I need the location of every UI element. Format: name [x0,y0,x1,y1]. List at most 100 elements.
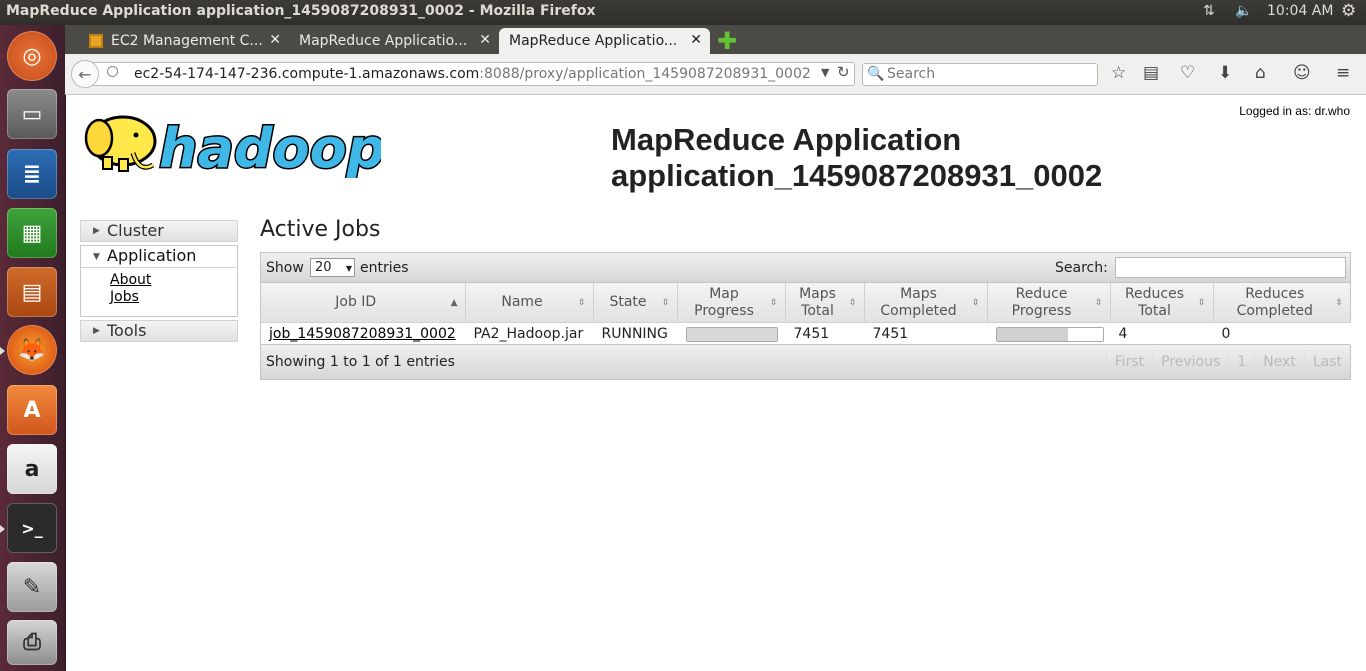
col-map-progress[interactable]: Map Progress ⇳ [677,283,786,323]
col-reduce-progress[interactable]: Reduce Progress ⇳ [987,283,1111,323]
col-label: State [609,294,647,310]
col-label-2: Progress [1011,302,1072,319]
reload-icon[interactable]: ↻ [837,63,850,81]
settings-gear-icon[interactable]: ⚙ [1341,1,1356,21]
job-id-link[interactable]: job_1459087208931_0002 [269,326,456,342]
address-bar[interactable]: ec2-54-174-147-236.compute-1.amazonaws.c… [89,62,855,86]
amazon-icon[interactable]: a [7,444,57,494]
reduces-total: 4 [1110,322,1214,345]
libreoffice-impress-icon[interactable]: ▤ [7,267,57,317]
sort-icon: ⇳ [769,298,778,308]
map-progress-cell [677,322,786,345]
nav-about-link[interactable]: About [110,272,237,289]
table-search-label: Search: [1055,260,1108,276]
previous-page-button[interactable]: Previous [1152,350,1228,374]
col-maps-total[interactable]: Maps Total ⇳ [785,283,865,323]
col-label: Maps [900,285,937,302]
expanded-triangle-icon: ▼ [93,252,100,262]
url-host: ec2-54-174-147-236.compute-1.amazonaws.c… [134,66,480,82]
job-name: PA2_Hadoop.jar [465,322,594,345]
col-reduces-completed[interactable]: Reduces Completed ⇳ [1213,283,1350,323]
hadoop-elephant-logo[interactable]: hadoop [81,103,381,178]
site-info-icon[interactable] [107,66,118,77]
menu-hamburger-icon[interactable]: ≡ [1336,63,1350,83]
first-page-button[interactable]: First [1105,350,1152,374]
col-label-2: Completed [1236,302,1313,319]
nav-cluster[interactable]: ▶ Cluster [80,220,238,242]
last-page-button[interactable]: Last [1303,350,1350,374]
url-path: :8088/proxy/application_1459087208931_00… [479,66,811,82]
url-dropdown-icon[interactable]: ▼ [821,66,829,79]
tab-label: EC2 Management C... [111,33,263,49]
col-label: Reduce [1015,285,1068,302]
col-reduces-total[interactable]: Reduces Total ⇳ [1110,283,1214,323]
col-label-2: Total [1138,302,1171,319]
table-bottom-toolbar: Showing 1 to 1 of 1 entries First Previo… [261,344,1350,379]
ubuntu-dash-icon[interactable]: ◎ [7,31,57,81]
nav-application-header[interactable]: ▼ Application [81,246,237,268]
logged-in-label: Logged in as: dr.who [1239,104,1350,118]
running-indicator [0,347,5,355]
tab-ec2-management[interactable]: EC2 Management C... ✕ [79,28,289,54]
close-tab-icon[interactable]: ✕ [479,32,491,48]
downloads-icon[interactable]: ⬇ [1218,63,1232,83]
close-tab-icon[interactable]: ✕ [269,32,281,48]
text-editor-icon[interactable]: ✎ [7,562,57,612]
nav-tools[interactable]: ▶ Tools [80,320,238,342]
sort-icon: ⇳ [661,298,670,308]
bookmark-star-icon[interactable]: ☆ [1111,63,1126,83]
new-tab-plus-icon[interactable]: ✚ [717,27,737,55]
sort-icon: ⇳ [848,298,857,308]
sort-icon: ⇳ [1197,298,1206,308]
clock[interactable]: 10:04 AM [1267,3,1333,19]
close-tab-icon[interactable]: ✕ [690,32,702,48]
software-center-icon[interactable]: A [7,385,57,435]
col-label-2: Total [801,302,834,319]
col-state[interactable]: State ⇳ [593,283,678,323]
unity-launcher: ◎ ▭ ≣ ▦ ▤ 🦊 A a >_ ✎ ⎙ [0,25,66,671]
map-progress-bar [685,326,778,342]
printer-icon[interactable]: ⎙ [7,620,57,665]
reduce-progress-cell [987,322,1111,345]
entries-label: entries [360,260,409,276]
table-row: job_1459087208931_0002 PA2_Hadoop.jar RU… [261,322,1351,345]
col-label: Reduces [1124,285,1185,302]
nav-jobs-link[interactable]: Jobs [110,289,237,306]
tab-mapreduce-active[interactable]: MapReduce Applicatio... ✕ [499,28,710,54]
col-label-2: Completed [880,302,957,319]
col-job-id[interactable]: Job ID ▲ [261,283,466,323]
files-icon[interactable]: ▭ [7,89,57,139]
next-page-button[interactable]: Next [1254,350,1304,374]
sort-icon: ⇳ [577,298,586,308]
logo-text: hadoop [159,117,381,178]
firefox-icon[interactable]: 🦊 [7,325,57,375]
back-button[interactable]: ← [71,60,99,88]
reduce-progress-bar [995,326,1104,342]
system-top-panel: MapReduce Application application_145908… [0,0,1366,25]
sort-icon: ⇳ [971,298,980,308]
search-input[interactable]: Search [862,63,1098,86]
page-title: MapReduce Application [611,122,962,157]
col-label: Maps [799,285,836,302]
col-name[interactable]: Name ⇳ [465,283,594,323]
libreoffice-calc-icon[interactable]: ▦ [7,208,57,258]
maps-completed: 7451 [864,322,988,345]
page-1-button[interactable]: 1 [1228,350,1254,374]
job-state: RUNNING [593,322,678,345]
terminal-icon[interactable]: >_ [7,503,57,553]
tab-mapreduce-1[interactable]: MapReduce Applicatio... ✕ [289,28,499,54]
home-icon[interactable]: ⌂ [1255,63,1266,83]
table-search-input[interactable] [1115,257,1346,278]
volume-muted-icon[interactable]: 🔈 [1235,3,1252,19]
network-transfer-icon[interactable]: ⇅ [1203,3,1215,19]
back-arrow-icon: ← [78,64,92,84]
reading-list-icon[interactable]: ▤ [1143,63,1159,83]
pocket-icon[interactable]: ♡ [1180,63,1195,83]
hello-chat-icon[interactable]: ☺ [1293,63,1311,83]
col-maps-completed[interactable]: Maps Completed ⇳ [864,283,988,323]
libreoffice-writer-icon[interactable]: ≣ [7,149,57,199]
collapsed-triangle-icon: ▶ [93,226,100,236]
show-label: Show [266,260,304,276]
page-length-select[interactable]: 20 ▼ [310,258,355,277]
nav-tools-label: Tools [107,321,147,340]
